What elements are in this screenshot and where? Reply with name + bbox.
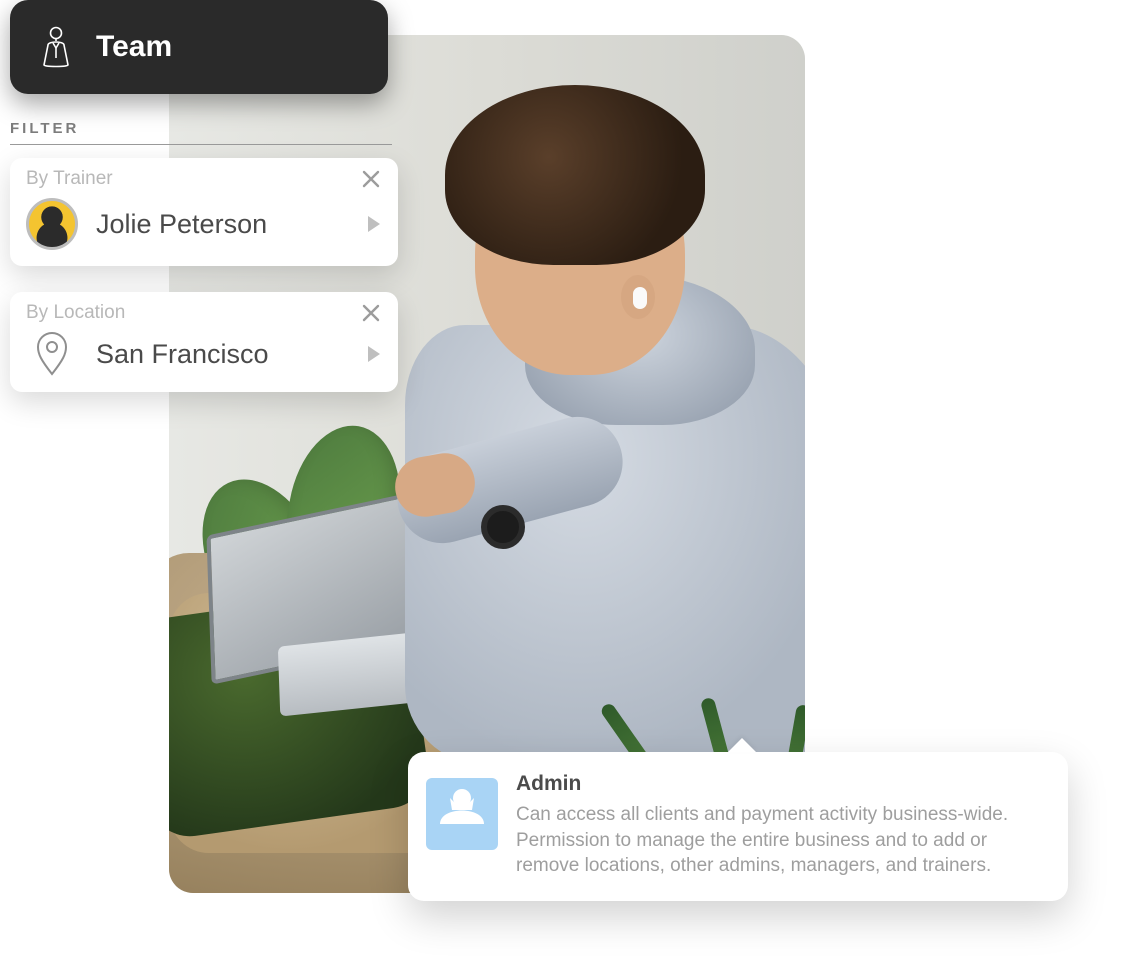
filter-section-label: FILTER — [10, 120, 79, 137]
role-tooltip-admin: Admin Can access all clients and payment… — [408, 752, 1068, 901]
filter-underline — [10, 144, 392, 145]
tooltip-title: Admin — [516, 772, 1044, 796]
tooltip-description: Can access all clients and payment activ… — [516, 802, 1044, 879]
stage: Team FILTER By Trainer Jolie Peterson By… — [0, 0, 1124, 966]
close-icon[interactable] — [360, 302, 382, 324]
chevron-right-icon[interactable] — [368, 216, 380, 232]
tooltip-body: Admin Can access all clients and payment… — [516, 772, 1044, 879]
filter-card-trainer[interactable]: By Trainer Jolie Peterson — [10, 158, 398, 266]
filter-trainer-value: Jolie Peterson — [96, 209, 350, 240]
filter-location-value: San Francisco — [96, 339, 350, 370]
admin-role-icon — [426, 778, 498, 850]
close-icon[interactable] — [360, 168, 382, 190]
trainer-avatar — [26, 198, 78, 250]
filter-card-location[interactable]: By Location San Francisco — [10, 292, 398, 392]
location-pin-icon — [26, 332, 78, 376]
filter-location-label: By Location — [26, 302, 125, 324]
chevron-right-icon[interactable] — [368, 346, 380, 362]
filter-trainer-label: By Trainer — [26, 168, 113, 190]
nav-tab-team[interactable]: Team — [10, 0, 388, 94]
team-icon — [38, 25, 74, 69]
nav-tab-team-label: Team — [96, 30, 172, 64]
